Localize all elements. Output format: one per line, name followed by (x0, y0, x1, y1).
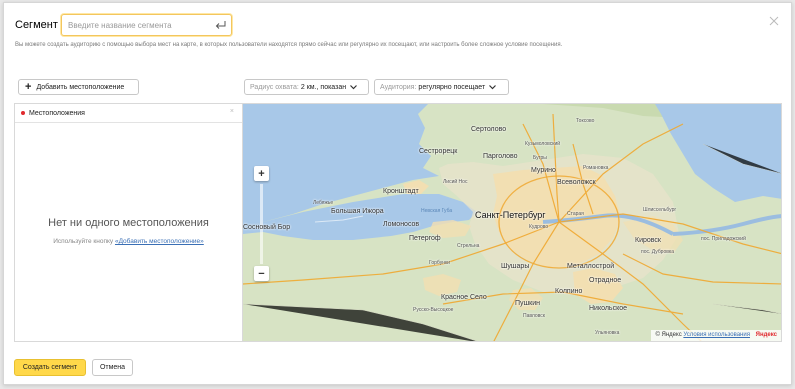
yandex-logo: Яндекс (755, 332, 777, 338)
audience-dropdown[interactable]: Аудитория: регулярно посещает (374, 79, 509, 95)
map-label-russko-vysotskoe: Русско-Высоцкое (413, 307, 454, 313)
copyright-text: © Яндекс (655, 332, 682, 338)
map-view[interactable]: + − Токсово Сертолово Кузьмоловский Сест… (242, 103, 782, 342)
enter-icon (215, 21, 226, 29)
map-label-lisiy-nos: Лисий Нос (443, 179, 468, 185)
map-label-ulyanovka: Ульяновка (595, 330, 620, 336)
map-label-sertolovo: Сертолово (471, 126, 507, 133)
chevron-down-icon (489, 84, 497, 89)
radius-label: Радиус охвата: (250, 83, 299, 91)
map-label-otradnoe: Отрадное (589, 277, 622, 284)
map-label-nikolskoe: Никольское (589, 305, 628, 312)
map-label-petergof: Петергоф (409, 235, 441, 242)
map-label-romanovka: Романовка (583, 165, 609, 171)
red-dot-icon (21, 111, 25, 115)
map-label-staraya: Старая (567, 211, 584, 217)
map-label-kuzmolovsky: Кузьмоловский (525, 141, 561, 147)
map-label-shlisselburg: Шлиссельбург (643, 207, 677, 213)
add-location-button[interactable]: + Добавить местоположение (18, 79, 139, 95)
empty-state-hint: Используйте кнопку «Добавить местоположе… (15, 238, 242, 245)
map-label-kudrovo: Кудрово (529, 224, 549, 230)
map-base (243, 104, 781, 341)
terms-link[interactable]: Условия использования (683, 332, 750, 338)
map-label-vsevolozhsk: Всеволожск (557, 179, 596, 186)
map-label-krasnoe-selo: Красное Село (441, 294, 487, 301)
map-label-kolpino: Колпино (555, 288, 583, 295)
map-label-dubrovka: пос. Дубровка (641, 249, 674, 255)
map-label-gorbunki: Горбунки (429, 260, 450, 266)
dialog-title: Сегмент (15, 19, 58, 31)
map-label-bugry: Бугры (533, 155, 547, 161)
add-location-link[interactable]: «Добавить местоположение» (115, 238, 204, 245)
map-label-sestroretsk: Сестрорецк (419, 148, 458, 155)
map-label-pargolovo: Парголово (483, 153, 518, 160)
map-label-saint-petersburg: Санкт-Петербург (475, 210, 546, 220)
map-label-bolshaya-izhora: Большая Ижора (331, 208, 384, 215)
locations-panel: Местоположения × Нет ни одного местополо… (14, 103, 242, 342)
segment-name-field[interactable] (61, 14, 232, 36)
map-label-kirovsk: Кировск (635, 237, 661, 244)
map-label-priladozhsky: пос. Приладожский (701, 236, 746, 242)
map-label-metallostroy: Металлострой (567, 263, 615, 270)
dialog-description: Вы можете создать аудиторию с помощью вы… (15, 42, 563, 48)
collapse-icon[interactable]: × (230, 108, 234, 115)
audience-value: регулярно посещает (418, 83, 486, 91)
create-segment-button[interactable]: Создать сегмент (14, 359, 86, 376)
map-label-lomonosov: Ломоносов (383, 221, 420, 228)
zoom-out-button[interactable]: − (254, 266, 269, 281)
map-label-lebyazhye: Лебяжье (313, 200, 334, 206)
locations-header-label: Местоположения (29, 109, 85, 117)
map-label-murino: Мурино (531, 167, 556, 174)
chevron-down-icon (350, 84, 358, 89)
add-location-label: Добавить местоположение (36, 83, 125, 91)
map-label-strelna: Стрельна (457, 243, 480, 249)
radius-dropdown[interactable]: Радиус охвата: 2 км., показан (244, 79, 369, 95)
map-label-pushkin: Пушкин (515, 300, 540, 307)
cancel-button[interactable]: Отмена (92, 359, 133, 376)
plus-icon: + (25, 80, 32, 93)
zoom-in-button[interactable]: + (254, 166, 269, 181)
close-icon[interactable] (769, 16, 779, 26)
locations-header[interactable]: Местоположения × (15, 104, 242, 123)
audience-label: Аудитория: (380, 83, 417, 91)
map-label-pavlovsk: Павловск (523, 313, 545, 319)
segment-name-input[interactable] (68, 18, 208, 32)
map-label-shushary: Шушары (501, 263, 530, 270)
map-label-sosnovy-bor: Сосновый Бор (243, 224, 291, 231)
empty-hint-text: Используйте кнопку (53, 238, 114, 245)
map-label-toksovo: Токсово (576, 118, 595, 124)
empty-state-title: Нет ни одного местоположения (48, 217, 209, 229)
map-copyright: © Яндекс Условия использования Яндекс (651, 330, 781, 341)
map-label-neva-bay: Невская Губа (421, 208, 453, 214)
radius-value: 2 км., показан (300, 83, 347, 91)
map-label-kronshtadt: Кронштадт (383, 188, 419, 195)
